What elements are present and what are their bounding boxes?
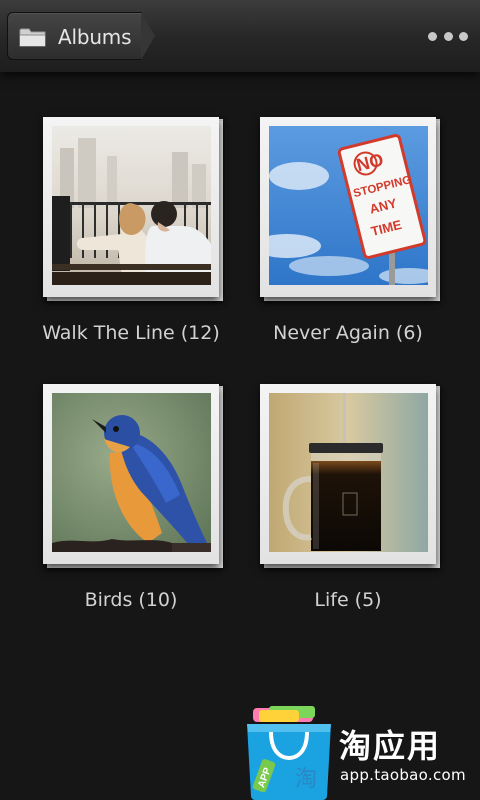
album-birds[interactable]: Birds (10) — [43, 384, 227, 611]
sign-photo: NO STOPPING ANY TIME — [269, 126, 428, 285]
album-thumbnail-stack[interactable] — [43, 384, 225, 568]
couple-photo — [52, 126, 211, 285]
more-options-icon — [459, 31, 468, 41]
more-options-icon — [428, 31, 437, 41]
more-options-button[interactable] — [428, 24, 468, 48]
album-thumbnail-stack[interactable] — [43, 117, 225, 301]
album-thumbnail-couple-on-bench[interactable] — [52, 126, 211, 285]
coffee-photo — [269, 393, 428, 552]
album-thumbnail-blue-bird[interactable] — [52, 393, 211, 552]
album-title[interactable]: Birds (10) — [33, 588, 229, 612]
album-thumbnail-french-press[interactable] — [269, 393, 428, 552]
album-never-again[interactable]: NO STOPPING ANY TIME Never Again (6) — [260, 117, 444, 344]
shopping-bag-logo: 淘 APP — [247, 706, 331, 800]
breadcrumb-arrow — [141, 12, 155, 60]
svg-text:淘: 淘 — [295, 767, 317, 792]
albums-screen: Albums Walk The Line (12) NO STOPPING AN… — [0, 0, 480, 800]
album-title[interactable]: Never Again (6) — [250, 321, 446, 345]
action-bar: Albums — [0, 0, 480, 72]
album-title[interactable]: Walk The Line (12) — [33, 321, 229, 345]
more-options-icon — [443, 31, 453, 41]
folder-icon — [19, 28, 46, 47]
album-thumbnail-stack[interactable]: NO STOPPING ANY TIME — [260, 117, 442, 301]
album-thumbnail-stack[interactable] — [260, 384, 442, 568]
album-life[interactable]: Life (5) — [260, 384, 444, 611]
album-title[interactable]: Life (5) — [250, 588, 446, 612]
album-walk-the-line[interactable]: Walk The Line (12) — [42, 117, 227, 344]
bird-photo — [52, 393, 211, 552]
watermark-url: app.taobao.com — [340, 766, 466, 784]
album-thumbnail-no-stopping-sign[interactable]: NO STOPPING ANY TIME — [269, 126, 428, 285]
page-title[interactable]: Albums — [58, 24, 132, 50]
watermark-brand: 淘应用 — [339, 727, 442, 765]
app-store-watermark: 淘 APP 淘应用 app.taobao.com — [243, 704, 480, 800]
